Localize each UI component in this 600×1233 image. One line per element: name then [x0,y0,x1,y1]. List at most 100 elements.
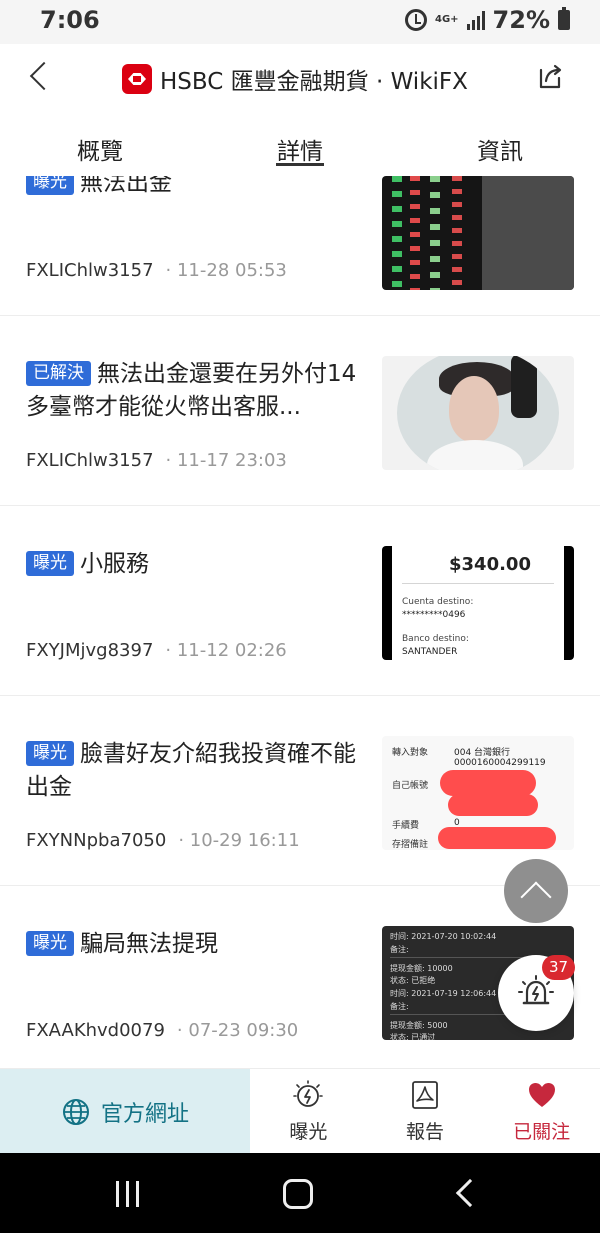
bank-account-number: 0000160004299119 [454,758,546,768]
post-time: · 10-29 16:11 [178,830,300,851]
record-line: 提现金额: 10000 [390,964,453,973]
follow-button[interactable]: 已關注 [483,1069,600,1153]
bank-name: 004 台灣銀行 [454,748,511,758]
list-item-text: 曝光 騙局無法提現 [26,928,364,961]
back-button[interactable] [24,60,59,94]
item-meta: FXAAKhvd0079 · 07-23 09:30 [26,1020,298,1041]
official-site-label: 官方網址 [100,1101,189,1127]
exposure-count-badge: 37 [542,955,575,980]
scroll-to-top-button[interactable] [504,859,568,923]
redaction-mark [440,770,536,796]
status-bar: 7:06 4G+ 72% [0,0,600,44]
app-header: HSBC 匯豐金融期貨 · WikiFX [0,44,600,114]
status-badge: 曝光 [26,741,74,766]
record-line: 状态: 已拒绝 [390,976,436,985]
item-thumbnail[interactable]: 轉入對象 004 台灣銀行 0000160004299119 自己帳號 手續費 … [382,736,574,850]
bank-own-account-label: 自己帳號 [392,781,429,791]
item-thumbnail[interactable] [382,356,574,470]
receipt-image: $340.00 Cuenta destino: *********0496 Ba… [392,546,564,660]
exposure-button[interactable]: 曝光 [250,1069,367,1153]
post-time: · 11-28 05:53 [165,260,287,281]
globe-icon [62,1098,89,1125]
chevron-left-icon [29,61,59,91]
chevron-up-icon [520,881,552,913]
list-item[interactable]: 曝光 小服務 FXYJMjvg8397 · 11-12 02:26 $340.00 … [0,506,600,696]
item-title-text: 小服務 [80,551,149,577]
title-wrap: HSBC 匯豐金融期貨 · WikiFX [122,62,468,96]
receipt-amount: $340.00 [449,554,531,575]
item-title: 曝光 臉書好友介紹我投資確不能出金 [26,738,364,804]
network-type: 4G+ [435,14,459,25]
post-time: · 11-17 23:03 [165,450,287,471]
record-line: 时间: 2021-07-20 10:02:44 [390,932,497,941]
tab-overview[interactable]: 概覽 [0,114,200,176]
battery-icon [558,7,570,30]
followed-label: 已關注 [513,1120,571,1143]
receipt-bank-label: Banco destino: [402,634,469,644]
author-name: FXYNNpba7050 [26,830,167,851]
item-thumbnail[interactable] [382,176,574,290]
bottom-action-bar: 官方網址 曝光 報告 已關注 [0,1068,600,1154]
complaint-list: 曝光 無法出金 FXLIChlw3157 · 11-28 05:53 已解決 無法出金… [0,176,600,1068]
status-time: 7:06 [40,6,100,34]
hsbc-logo [122,64,152,94]
page-title: HSBC 匯豐金融期貨 · WikiFX [160,69,468,95]
bank-fee-label: 手續費 [392,821,420,831]
post-time: · 11-12 02:26 [165,640,287,661]
alarm-light-icon [518,975,554,1005]
item-meta: FXYNNpba7050 · 10-29 16:11 [26,830,300,851]
redaction-mark [448,794,538,816]
report-button[interactable]: 報告 [367,1069,484,1153]
report-label: 報告 [406,1120,445,1143]
receipt-bank-value: SANTANDER [402,647,458,657]
status-badge: 曝光 [26,931,74,956]
official-site-button[interactable]: 官方網址 [0,1069,250,1154]
share-icon [539,64,562,89]
home-icon[interactable] [283,1179,313,1209]
item-title: 曝光 無法出金 [26,176,364,200]
item-title-text: 騙局無法提現 [80,931,218,957]
item-title: 已解決 無法出金還要在另外付14多臺幣才能從火幣出客服... [26,358,364,424]
record-line: 时间: 2021-07-19 12:06:44 [390,989,497,998]
recents-icon[interactable] [114,1181,142,1207]
author-name: FXYJMjvg8397 [26,640,154,661]
item-thumbnail[interactable]: $340.00 Cuenta destino: *********0496 Ba… [382,546,574,660]
status-icons: 4G+ 72% [405,6,570,34]
record-line: 备注: [390,945,409,954]
list-item[interactable]: 曝光 無法出金 FXLIChlw3157 · 11-28 05:53 [0,176,600,316]
record-line: 备注: [390,1002,409,1011]
tab-bar: 概覽 詳情 資訊 [0,114,600,176]
author-name: FXAAKhvd0079 [26,1020,165,1041]
tab-details[interactable]: 詳情 [200,114,400,176]
list-item-text: 曝光 無法出金 [26,176,364,209]
status-badge: 曝光 [26,551,74,576]
item-meta: FXYJMjvg8397 · 11-12 02:26 [26,640,287,661]
system-navigation-bar [0,1153,600,1233]
share-button[interactable] [534,60,566,92]
post-time: · 07-23 09:30 [176,1020,299,1041]
list-item[interactable]: 已解決 無法出金還要在另外付14多臺幣才能從火幣出客服... FXLIChlw31… [0,316,600,506]
list-item-text: 已解決 無法出金還要在另外付14多臺幣才能從火幣出客服... [26,358,364,424]
tab-news[interactable]: 資訊 [400,114,600,176]
item-meta: FXLIChlw3157 · 11-28 05:53 [26,260,287,281]
report-icon [412,1080,438,1109]
selfie-photo [397,356,559,470]
redaction-mark [438,827,556,849]
status-badge: 已解決 [26,361,91,386]
item-meta: FXLIChlw3157 · 11-17 23:03 [26,450,287,471]
heart-icon [528,1082,555,1107]
exposure-label: 曝光 [289,1120,328,1143]
list-item-text: 曝光 小服務 [26,548,364,581]
item-title: 曝光 小服務 [26,548,364,581]
back-icon[interactable] [455,1178,485,1208]
record-line: 状态: 已通过 [390,1033,436,1040]
item-title: 曝光 騙局無法提現 [26,928,364,961]
battery-percent: 72% [492,6,550,34]
signal-icon [466,10,485,30]
receipt-destination-value: *********0496 [402,610,466,620]
bank-recipient-label: 轉入對象 [392,748,429,758]
receipt-destination-label: Cuenta destino: [402,597,474,607]
list-item[interactable]: 曝光 臉書好友介紹我投資確不能出金 FXYNNpba7050 · 10-29 16:… [0,696,600,886]
alarm-icon [405,9,427,31]
item-title-text: 無法出金 [80,176,172,196]
